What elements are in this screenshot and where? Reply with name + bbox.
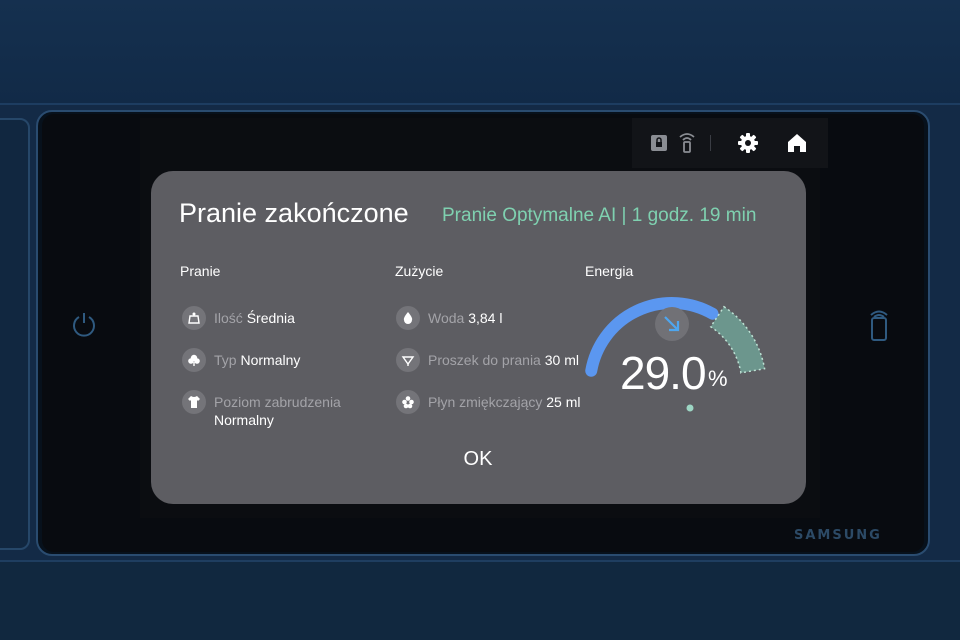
energy-value: 29.0 xyxy=(620,347,707,399)
list-item-softener: Płyn zmiękczający 25 ml xyxy=(396,390,581,414)
section-header-pranie: Pranie xyxy=(180,263,221,279)
item-label: Poziom zabrudzenia xyxy=(214,394,341,410)
list-item-water: Woda 3,84 l xyxy=(396,306,502,330)
softener-icon xyxy=(396,390,420,414)
item-value: Normalny xyxy=(240,352,301,368)
scale-icon xyxy=(182,306,206,330)
item-value: 3,84 l xyxy=(468,310,503,326)
item-value: Normalny xyxy=(214,412,274,428)
item-value: 25 ml xyxy=(546,394,581,410)
energy-unit: % xyxy=(708,366,728,391)
section-header-energia: Energia xyxy=(585,263,634,279)
power-icon[interactable] xyxy=(70,310,98,338)
item-label: Woda xyxy=(428,310,465,326)
item-label: Płyn zmiękczający xyxy=(428,394,543,410)
home-icon[interactable] xyxy=(786,132,808,154)
section-header-zuzycie: Zużycie xyxy=(395,263,444,279)
list-item-load-amount: Ilość Średnia xyxy=(182,306,295,330)
dialog-title: Pranie zakończone xyxy=(179,198,409,228)
door-edge xyxy=(0,118,30,550)
list-item-soil-level: Poziom zabrudzenia Normalny xyxy=(182,390,341,429)
appliance-top-panel xyxy=(0,0,960,105)
status-divider xyxy=(710,135,711,151)
gauge-dot xyxy=(686,404,694,412)
item-label: Ilość xyxy=(214,310,243,326)
smartphone-remote-icon xyxy=(870,310,888,341)
cloud-icon xyxy=(182,348,206,372)
shirt-icon xyxy=(182,390,206,414)
brand-logo: SAMSUNG xyxy=(794,528,882,543)
cycle-summary: Pranie Optymalne AI | 1 godz. 19 min xyxy=(442,205,757,226)
item-label: Proszek do prania xyxy=(428,352,541,368)
detergent-icon xyxy=(396,348,420,372)
appliance-bottom-panel xyxy=(0,560,960,640)
lock-icon xyxy=(651,135,667,151)
item-label: Typ xyxy=(214,352,237,368)
item-value: Średnia xyxy=(246,310,295,326)
list-item-detergent: Proszek do prania 30 ml xyxy=(396,348,579,372)
energy-arc-saved xyxy=(709,305,766,374)
gear-icon[interactable] xyxy=(737,132,759,154)
item-value: 30 ml xyxy=(544,352,579,368)
water-drop-icon xyxy=(396,306,420,330)
ok-button[interactable]: OK xyxy=(440,448,516,474)
remote-signal-icon xyxy=(679,133,695,153)
list-item-type: Typ Normalny xyxy=(182,348,300,372)
